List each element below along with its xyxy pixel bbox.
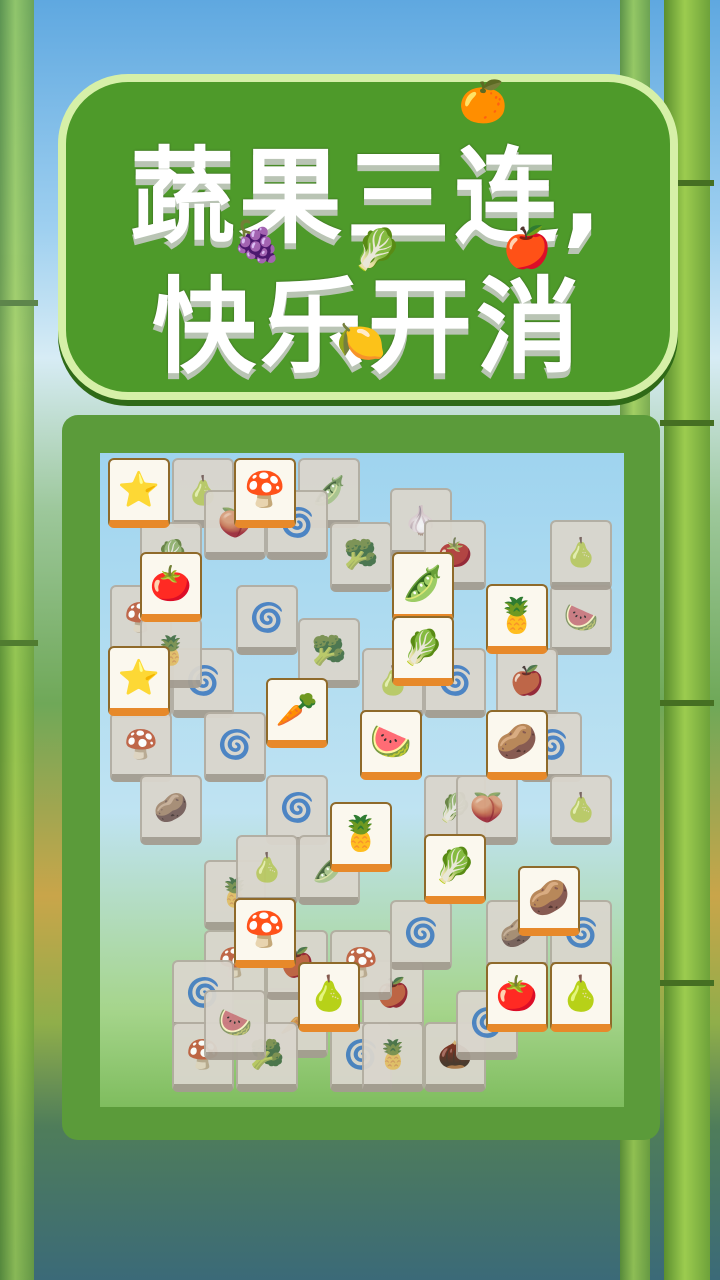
title-banner: 蔬果三连, 快乐开消 🍊 🍇 🥬 🍎 🍋 [58,74,678,400]
tile-covered-swirl-icon: 🌀 [204,712,266,782]
tile-covered-swirl-icon: 🌀 [390,900,452,970]
tile-covered-cauliflower-icon: 🥦 [330,522,392,592]
tile-starfruit-icon[interactable]: ⭐ [108,646,170,716]
tile-cabbage-icon[interactable]: 🥬 [392,616,454,686]
tile-walnut-icon[interactable]: 🥔 [486,710,548,780]
tile-covered-walnut-icon: 🥔 [140,775,202,845]
tile-covered-watermelon-icon: 🍉 [204,990,266,1060]
tile-covered-pear-icon: 🍐 [236,835,298,905]
lettuce-icon: 🥬 [352,227,402,273]
tile-starfruit-icon[interactable]: ⭐ [108,458,170,528]
tile-persimmon-icon[interactable]: 🍅 [140,552,202,622]
tile-covered-pear-icon: 🍐 [550,520,612,590]
tile-pineapple-icon[interactable]: 🍍 [486,584,548,654]
tile-covered-pineapple-icon: 🍍 [362,1022,424,1092]
orange-icon: 🍊 [458,79,508,125]
grapes-icon: 🍇 [232,219,282,265]
tile-radish-icon[interactable]: 🥕 [266,678,328,748]
apple-icon: 🍎 [502,225,552,271]
tile-covered-watermelon-icon: 🍉 [550,585,612,655]
tile-mushroom-icon[interactable]: 🍄 [234,458,296,528]
tile-pear-icon[interactable]: 🍐 [550,962,612,1032]
tile-persimmon-icon[interactable]: 🍅 [486,962,548,1032]
tile-cabbage-icon[interactable]: 🥬 [424,834,486,904]
bamboo-stalk [0,0,38,1280]
tile-watermelon-icon[interactable]: 🍉 [360,710,422,780]
tile-covered-mushroom-icon: 🍄 [110,712,172,782]
tile-covered-pear-icon: 🍐 [550,775,612,845]
tile-covered-apple-icon: 🍎 [496,648,558,718]
lemon-icon: 🍋 [336,319,386,365]
tile-walnut-icon[interactable]: 🥔 [518,866,580,936]
tile-pear-icon[interactable]: 🍐 [298,962,360,1032]
tile-okra-icon[interactable]: 🫛 [392,552,454,622]
tile-covered-swirl-icon: 🌀 [236,585,298,655]
tile-pineapple-icon[interactable]: 🍍 [330,802,392,872]
tile-mushroom-icon[interactable]: 🍄 [234,898,296,968]
